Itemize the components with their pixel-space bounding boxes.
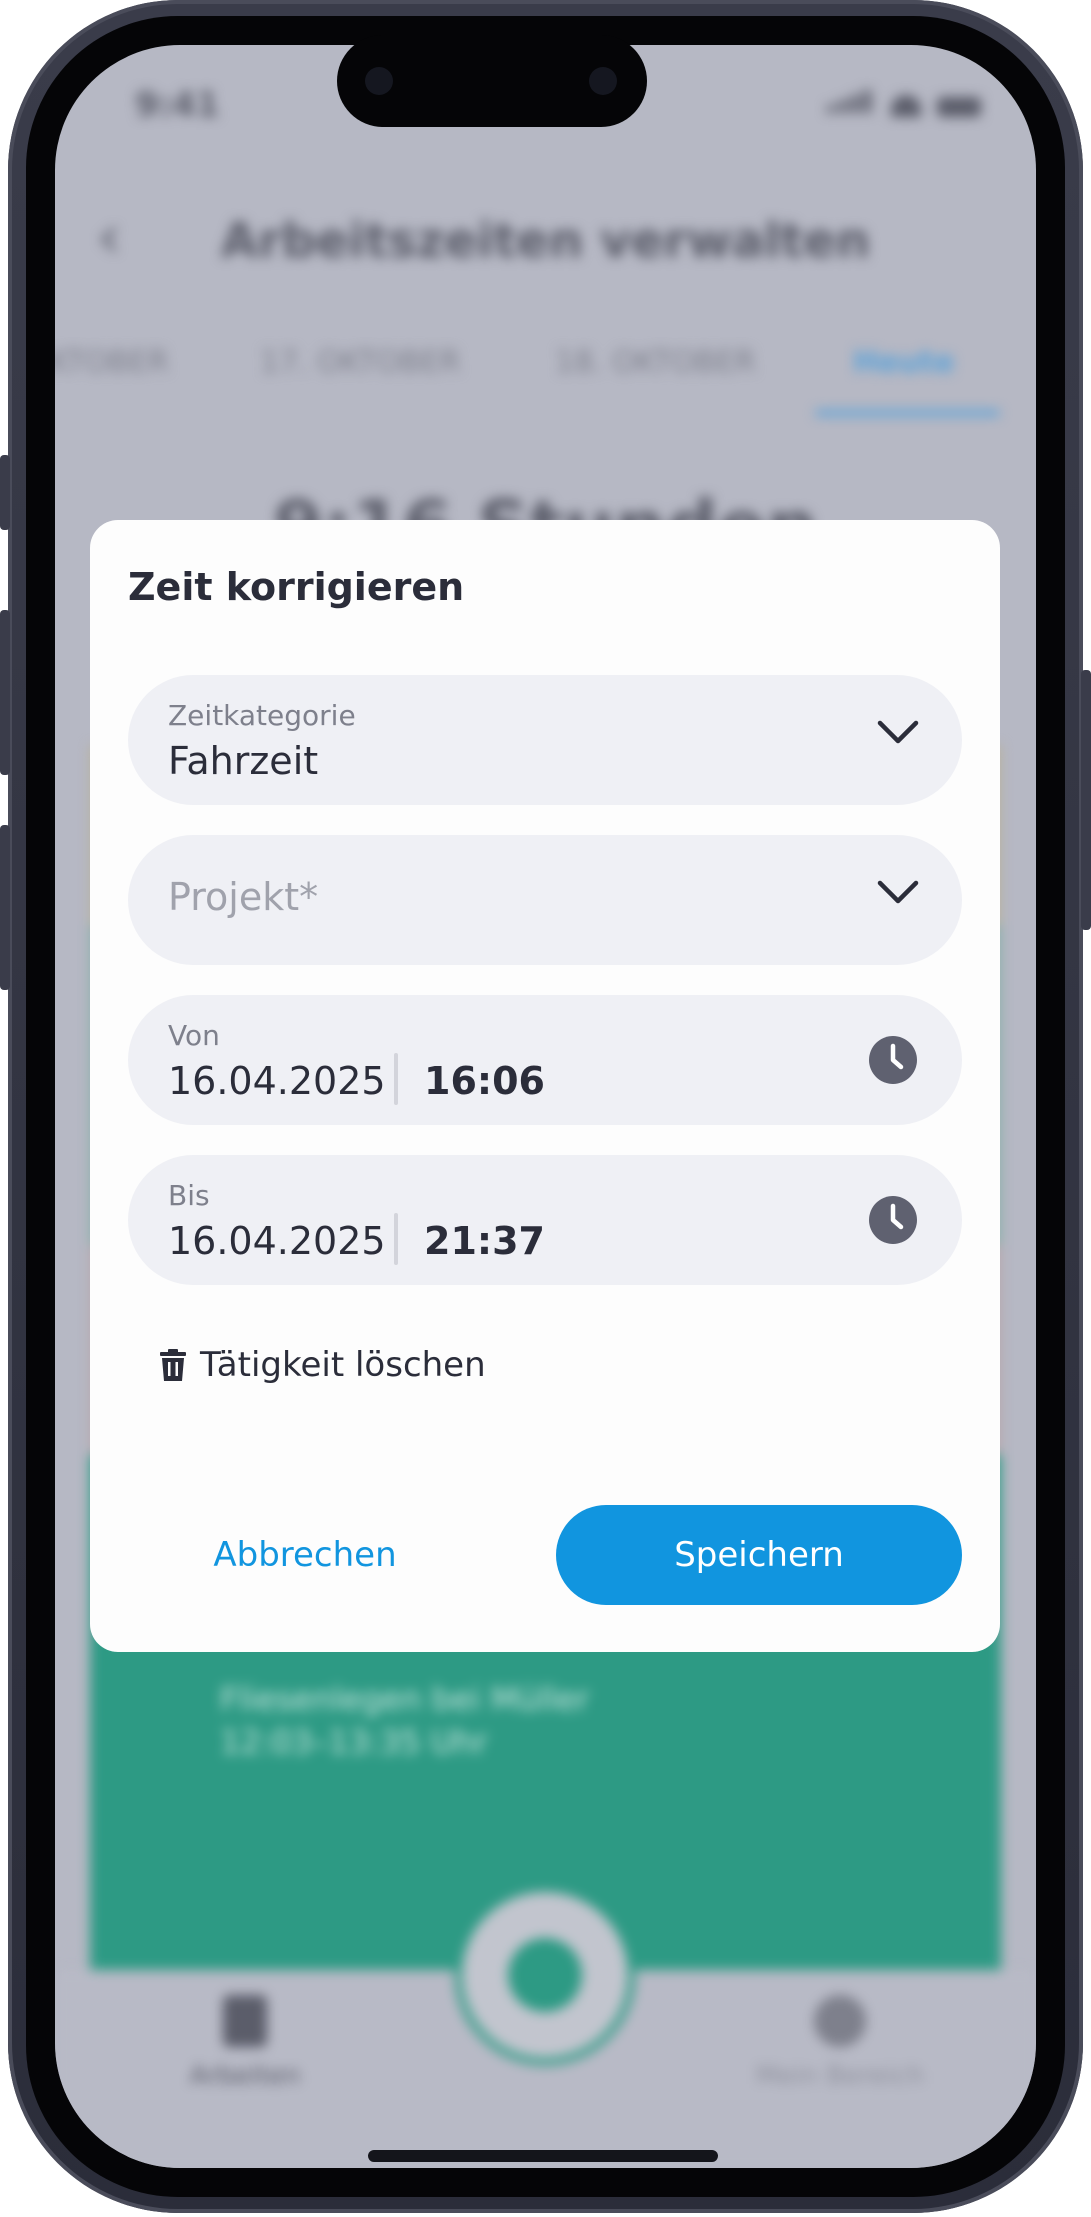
active-tab-indicator <box>815 410 1000 416</box>
tab-today[interactable]: Heute <box>853 345 955 380</box>
chevron-down-icon <box>877 880 919 904</box>
action-button <box>0 455 10 530</box>
chevron-down-icon <box>877 720 919 744</box>
project-placeholder: Projekt* <box>168 875 319 919</box>
delete-label: Tätigkeit löschen <box>200 1345 486 1385</box>
wifi-icon <box>891 95 921 117</box>
to-label: Bis <box>168 1179 210 1212</box>
to-date[interactable]: 16.04.2025 <box>168 1219 386 1263</box>
entry-title: Fliesenlegen bei Müller <box>220 1680 590 1718</box>
signal-icon <box>827 90 875 117</box>
clock-icon[interactable] <box>868 1035 918 1085</box>
entry-time: 12:03–13:35 Uhr <box>220 1723 488 1761</box>
volume-up-button <box>0 610 10 775</box>
document-icon <box>223 1995 267 2047</box>
category-value: Fahrzeit <box>168 739 319 783</box>
from-label: Von <box>168 1019 220 1052</box>
camera-lens <box>589 67 617 95</box>
tab-date-16[interactable]: KTOBER <box>55 345 169 380</box>
field-divider <box>394 1213 398 1265</box>
delete-activity-button[interactable]: Tätigkeit löschen <box>160 1345 486 1385</box>
nav-label: Mein Bereich <box>755 2061 925 2091</box>
tab-date-18[interactable]: 18. OKTOBER <box>555 345 756 380</box>
status-icons <box>827 90 981 117</box>
nav-label: Arbeiten <box>189 2061 301 2091</box>
power-button <box>1081 670 1091 930</box>
from-date[interactable]: 16.04.2025 <box>168 1059 386 1103</box>
camera-sensor <box>365 67 393 95</box>
clock-icon <box>508 1938 582 2012</box>
nav-item-mein-bereich[interactable]: Mein Bereich <box>710 1970 970 2091</box>
phone-screen: 9:41 ‹ Arbeitszeiten verwalten KTOBER 17… <box>55 45 1036 2168</box>
to-time[interactable]: 21:37 <box>424 1219 545 1263</box>
category-label: Zeitkategorie <box>168 699 356 732</box>
to-datetime-field[interactable]: Bis 16.04.2025 21:37 <box>128 1155 962 1285</box>
nav-item-arbeiten[interactable]: Arbeiten <box>115 1970 375 2091</box>
dynamic-island <box>337 35 647 127</box>
project-select[interactable]: Projekt* <box>128 835 962 965</box>
volume-down-button <box>0 825 10 990</box>
dialog-title: Zeit korrigieren <box>128 565 465 609</box>
app-header: ‹ Arbeitszeiten verwalten <box>55 195 1036 275</box>
category-select[interactable]: Zeitkategorie Fahrzeit <box>128 675 962 805</box>
clock-icon[interactable] <box>868 1195 918 1245</box>
field-divider <box>394 1053 398 1105</box>
date-tabs: KTOBER 17. OKTOBER 18. OKTOBER Heute <box>55 345 1036 445</box>
correct-time-dialog: Zeit korrigieren Zeitkategorie Fahrzeit … <box>90 520 1000 1652</box>
battery-icon <box>937 97 981 117</box>
cancel-button[interactable]: Abbrechen <box>150 1505 460 1605</box>
from-time[interactable]: 16:06 <box>424 1059 545 1103</box>
page-title: Arbeitszeiten verwalten <box>220 213 871 269</box>
user-icon <box>814 1995 866 2047</box>
timer-fab-button[interactable] <box>455 1885 635 2065</box>
from-datetime-field[interactable]: Von 16.04.2025 16:06 <box>128 995 962 1125</box>
status-time: 9:41 <box>135 85 220 125</box>
trash-icon <box>160 1349 186 1381</box>
tab-date-17[interactable]: 17. OKTOBER <box>260 345 461 380</box>
save-button[interactable]: Speichern <box>556 1505 962 1605</box>
home-indicator[interactable] <box>368 2150 718 2162</box>
